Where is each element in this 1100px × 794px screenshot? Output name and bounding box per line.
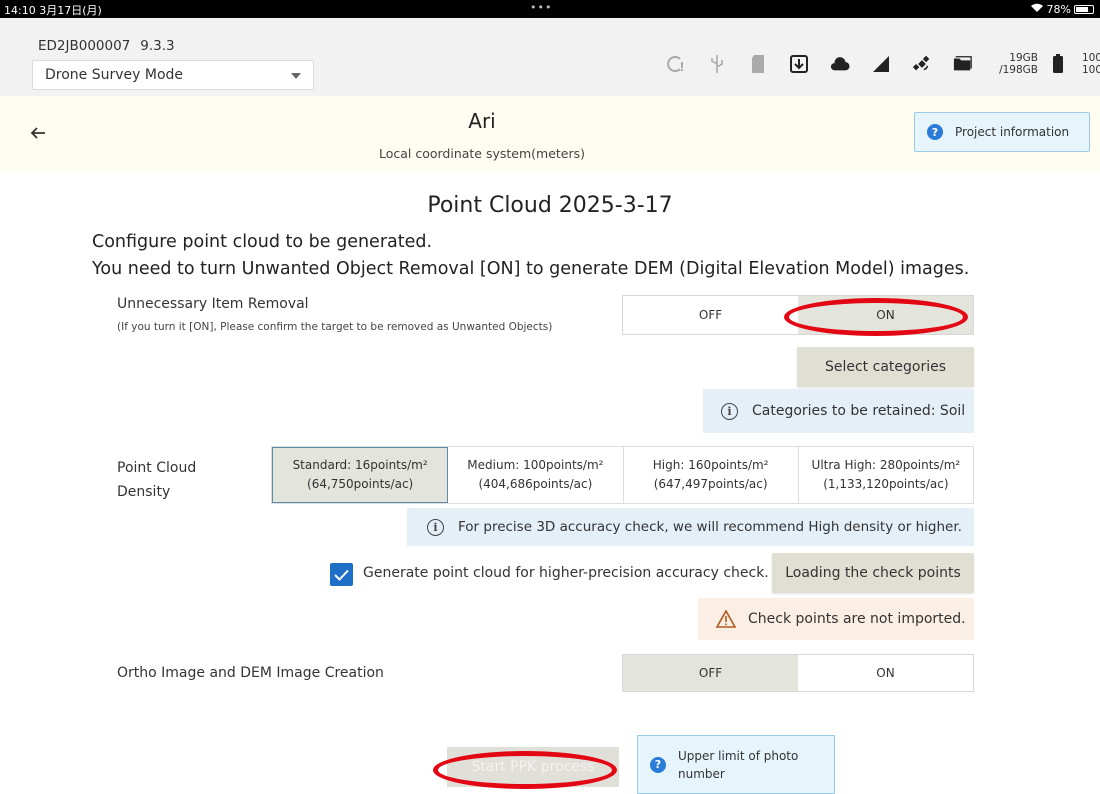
device-status-icons: 19GB /198GB 100% 100% (666, 50, 1100, 78)
multitask-dots: ••• (530, 1, 553, 14)
photo-limit-text: Upper limit of photo number (678, 747, 798, 783)
battery-b: 100% (1082, 64, 1100, 76)
description-line-1: Configure point cloud to be generated. (92, 232, 433, 252)
photo-limit-info[interactable]: ? Upper limit of photo number (637, 735, 835, 794)
start-ppk-process-button[interactable]: Start PPK process (447, 747, 619, 787)
accuracy-check-label: Generate point cloud for higher-precisio… (363, 565, 769, 581)
ortho-dem-toggle: OFF ON (622, 654, 974, 692)
refresh-alert-icon (666, 54, 686, 74)
density-recommendation-text: For precise 3D accuracy check, we will r… (458, 519, 962, 535)
description-line-2: You need to turn Unwanted Object Removal… (92, 259, 970, 279)
ortho-dem-on-option[interactable]: ON (798, 655, 973, 691)
density-option-medium-line-1: Medium: 100points/m² (467, 458, 604, 472)
help-icon: ? (927, 124, 943, 140)
page-title: Point Cloud 2025-3-17 (427, 193, 673, 218)
help-icon: ? (650, 756, 666, 773)
download-icon (789, 54, 809, 74)
storage-total: /198GB (999, 64, 1038, 76)
project-name: Ari (468, 109, 496, 133)
app-version: 9.3.3 (140, 38, 175, 54)
removal-on-option[interactable]: ON (798, 296, 973, 334)
project-information-button[interactable]: ? Project information (914, 112, 1090, 152)
density-option-standard-line-1: Standard: 16points/m² (292, 458, 428, 472)
page-description: Configure point cloud to be generated. Y… (92, 229, 969, 283)
density-option-ultra-high-line-1: Ultra High: 280points/m² (811, 458, 961, 472)
mode-select-value: Drone Survey Mode (45, 67, 184, 83)
checkmark-icon (334, 569, 349, 581)
battery-readout: 100% 100% (1082, 52, 1100, 76)
removal-sublabel: (If you turn it [ON], Please confirm the… (117, 321, 553, 333)
accuracy-check-checkbox[interactable] (330, 563, 353, 586)
info-icon: i (721, 402, 738, 420)
density-option-standard[interactable]: Standard: 16points/m² (64,750points/ac) (272, 447, 449, 503)
retained-categories-info: i Categories to be retained: Soil (703, 389, 974, 433)
retained-categories-text: Categories to be retained: Soil (752, 403, 966, 419)
cloud-icon (830, 54, 850, 74)
usb-icon (707, 54, 727, 74)
status-right: 78% (1030, 2, 1094, 16)
removal-toggle: OFF ON (622, 295, 974, 335)
folder-icon (953, 54, 973, 74)
density-option-ultra-high[interactable]: Ultra High: 280points/m² (1,133,120point… (799, 447, 973, 503)
density-option-medium-line-2: (404,686points/ac) (478, 477, 593, 491)
project-information-label: Project information (955, 125, 1070, 139)
battery-status-icon (1074, 4, 1094, 14)
mode-select[interactable]: Drone Survey Mode (32, 60, 314, 90)
density-recommendation-info: i For precise 3D accuracy check, we will… (407, 508, 974, 546)
photo-limit-line-2: number (678, 766, 725, 781)
check-points-warning: Check points are not imported. (698, 598, 974, 640)
status-time: 14:10 3月17日(月) (4, 4, 102, 17)
wifi-icon (1030, 2, 1044, 16)
density-option-high[interactable]: High: 160points/m² (647,497points/ac) (624, 447, 799, 503)
warning-icon (716, 610, 736, 628)
device-id: ED2JB000007 (38, 38, 131, 54)
project-bar: Ari Local coordinate system(meters) ? Pr… (0, 96, 1100, 172)
density-option-high-line-2: (647,497points/ac) (653, 477, 768, 491)
chevron-down-icon (291, 73, 301, 79)
ortho-dem-label: Ortho Image and DEM Image Creation (117, 665, 384, 681)
coordinate-system: Local coordinate system(meters) (378, 146, 586, 161)
storage-used: 19GB (1009, 52, 1038, 64)
density-label-line-1: Point Cloud (117, 460, 197, 476)
status-bar: 14:10 3月17日(月) ••• 78% (0, 0, 1100, 18)
density-option-medium[interactable]: Medium: 100points/m² (404,686points/ac) (448, 447, 624, 503)
density-selector: Standard: 16points/m² (64,750points/ac) … (271, 446, 974, 504)
photo-limit-line-1: Upper limit of photo (678, 748, 799, 763)
check-points-warning-text: Check points are not imported. (748, 611, 966, 627)
density-option-high-line-1: High: 160points/m² (652, 458, 769, 472)
sd-card-icon (748, 54, 768, 74)
density-label-line-2: Density (117, 484, 171, 500)
device-header: ED2JB000007 9.3.3 Drone Survey Mode 19GB… (0, 18, 1100, 96)
removal-off-option[interactable]: OFF (623, 296, 798, 334)
info-icon: i (427, 518, 444, 536)
density-option-standard-line-2: (64,750points/ac) (307, 477, 414, 491)
device-name: ED2JB000007 9.3.3 (38, 38, 175, 54)
satellite-icon (912, 54, 932, 74)
battery-percent: 78% (1046, 2, 1071, 16)
storage-readout: 19GB /198GB (994, 52, 1038, 76)
density-label: Point Cloud Density (117, 456, 196, 504)
ortho-dem-off-option[interactable]: OFF (623, 655, 798, 691)
density-option-ultra-high-line-2: (1,133,120points/ac) (823, 477, 949, 491)
signal-icon (871, 54, 891, 74)
battery-icon (1048, 54, 1068, 74)
battery-a: 100% (1082, 52, 1100, 64)
load-check-points-button[interactable]: Loading the check points (772, 553, 974, 593)
removal-label: Unnecessary Item Removal (117, 296, 309, 312)
select-categories-button[interactable]: Select categories (797, 347, 974, 387)
